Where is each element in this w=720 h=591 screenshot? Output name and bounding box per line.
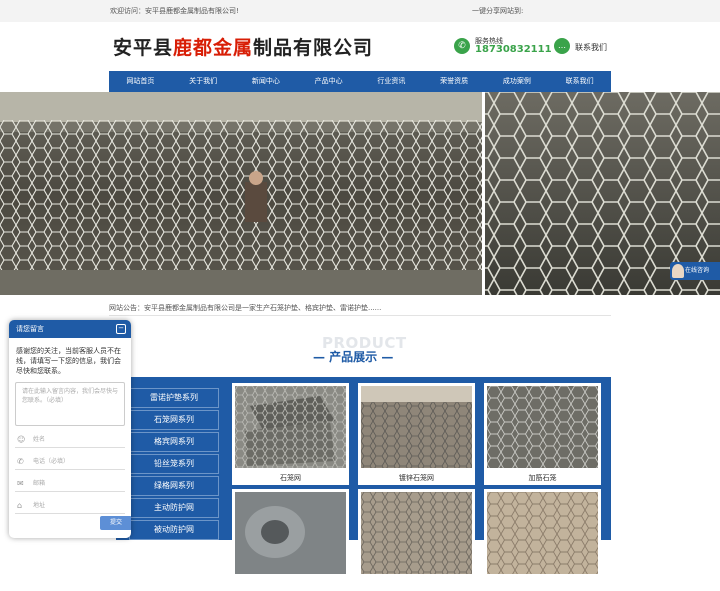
address-placeholder: 地址 xyxy=(33,502,46,509)
phone-icon: ✆ xyxy=(454,38,470,54)
nav-item-cases[interactable]: 成功案例 xyxy=(486,71,549,92)
email-field[interactable]: ✉ 邮箱 xyxy=(15,476,125,492)
product-card[interactable] xyxy=(232,489,349,591)
email-placeholder: 邮箱 xyxy=(33,480,46,487)
minimize-icon[interactable]: − xyxy=(116,324,126,334)
nav-item-about[interactable]: 关于我们 xyxy=(172,71,235,92)
hotline-number: 18730832111 xyxy=(475,44,552,55)
product-caption: 加筋石笼 xyxy=(528,474,557,482)
category-item[interactable]: 格宾网系列 xyxy=(129,432,219,452)
category-item[interactable]: 雷诺护垫系列 xyxy=(129,388,219,408)
phone-field[interactable]: ✆ 电话（必填） xyxy=(15,454,125,470)
product-image xyxy=(235,386,346,468)
product-card[interactable]: 石笼网 xyxy=(232,383,349,485)
product-card[interactable]: 加筋石笼 xyxy=(484,383,601,485)
divider xyxy=(109,315,611,316)
main-nav: 网站首页 关于我们 新闻中心 产品中心 行业资讯 荣誉资质 成功案例 联系我们 xyxy=(109,71,611,92)
product-image xyxy=(487,386,598,468)
message-intro: 感谢您的关注，当前客服人员不在线，请填写一下您的信息，我们会尽快和您联系。 xyxy=(16,347,121,375)
welcome-text: 欢迎访问：安平县鹿都金属制品有限公司! xyxy=(110,7,239,15)
product-image xyxy=(487,492,598,574)
company-brand: 鹿都金属 xyxy=(173,37,254,59)
nav-item-honors[interactable]: 荣誉资质 xyxy=(423,71,486,92)
category-list: 雷诺护垫系列 石笼网系列 格宾网系列 铅丝笼系列 绿格网系列 主动防护网 被动防… xyxy=(129,388,219,542)
online-consult-label: 在线咨询 xyxy=(685,267,710,274)
header: 安平县鹿都金属制品有限公司 ✆ 服务热线 18730832111 … 联系我们 xyxy=(0,22,720,70)
agent-avatar-icon xyxy=(672,264,684,278)
category-item[interactable]: 铅丝笼系列 xyxy=(129,454,219,474)
company-prefix: 安平县 xyxy=(113,37,174,59)
product-caption: 石笼网 xyxy=(280,474,301,482)
phone-icon: ✆ xyxy=(17,457,24,466)
message-panel-title: 请您留言 xyxy=(16,325,44,333)
user-icon: ☺ xyxy=(17,435,26,444)
top-bar: 欢迎访问：安平县鹿都金属制品有限公司! 一键分享网站到: xyxy=(0,0,720,22)
product-image xyxy=(361,386,472,468)
nav-item-news[interactable]: 新闻中心 xyxy=(235,71,298,92)
category-item[interactable]: 被动防护网 xyxy=(129,520,219,540)
address-field[interactable]: ⌂ 地址 xyxy=(15,498,125,514)
section-title: — 产品展示 — xyxy=(313,350,394,364)
banner-image xyxy=(0,92,720,295)
product-card[interactable] xyxy=(484,489,601,591)
location-icon: ⌂ xyxy=(17,501,23,510)
nav-item-products[interactable]: 产品中心 xyxy=(297,71,360,92)
share-label[interactable]: 一键分享网站到: xyxy=(472,6,523,16)
nav-item-contact[interactable]: 联系我们 xyxy=(548,71,611,92)
banner-slider[interactable] xyxy=(0,92,720,295)
category-item[interactable]: 主动防护网 xyxy=(129,498,219,518)
nav-item-home[interactable]: 网站首页 xyxy=(109,71,172,92)
site-notice: 网站公告：安平县鹿都金属制品有限公司是一家生产石笼护垫、格宾护垫、雷诺护垫...… xyxy=(109,304,382,312)
chat-icon: … xyxy=(554,38,570,54)
product-card[interactable] xyxy=(358,489,475,591)
contact-us-label: 联系我们 xyxy=(575,43,607,52)
mail-icon: ✉ xyxy=(17,479,24,488)
nav-item-industry[interactable]: 行业资讯 xyxy=(360,71,423,92)
name-field[interactable]: ☺ 姓名 xyxy=(15,432,125,448)
product-image xyxy=(235,492,346,574)
product-card[interactable]: 镀锌石笼网 xyxy=(358,383,475,485)
company-suffix: 制品有限公司 xyxy=(253,37,374,59)
category-item[interactable]: 绿格网系列 xyxy=(129,476,219,496)
online-consult-button[interactable]: 在线咨询 xyxy=(670,262,720,280)
message-textarea[interactable]: 请在此输入留言内容，我们会尽快与您联系。（必填） xyxy=(15,382,125,426)
product-image xyxy=(361,492,472,574)
category-item[interactable]: 石笼网系列 xyxy=(129,410,219,430)
product-caption: 镀锌石笼网 xyxy=(399,474,434,482)
message-panel-header: 请您留言 − xyxy=(9,320,131,338)
company-name[interactable]: 安平县鹿都金属制品有限公司 xyxy=(113,33,373,60)
submit-button[interactable]: 提交 xyxy=(100,516,131,530)
leave-message-panel: 请您留言 − 感谢您的关注，当前客服人员不在线，请填写一下您的信息，我们会尽快和… xyxy=(9,320,131,538)
phone-placeholder: 电话（必填） xyxy=(33,458,70,465)
name-placeholder: 姓名 xyxy=(33,436,46,443)
